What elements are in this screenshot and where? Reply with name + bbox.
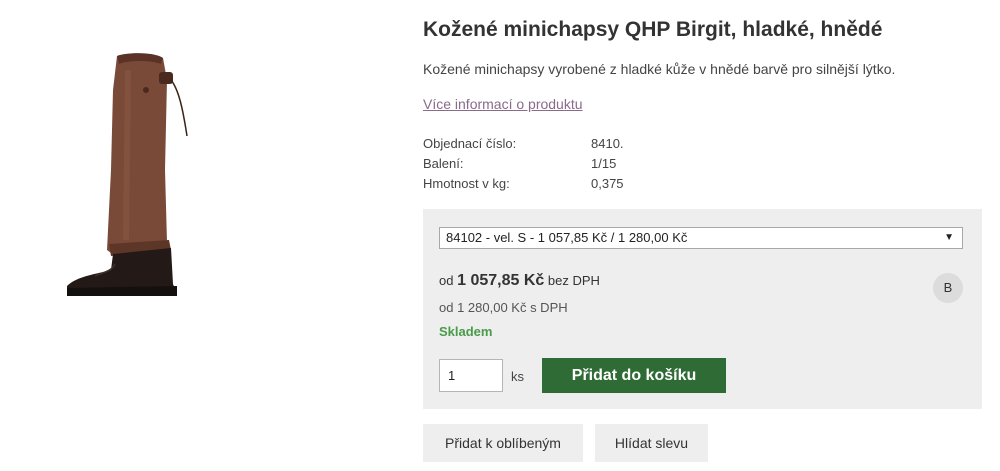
param-value: 1/15: [591, 156, 617, 171]
product-title: Kožené minichapsy QHP Birgit, hladké, hn…: [423, 18, 883, 41]
param-row-weight: Hmotnost v kg: 0,375: [423, 174, 723, 194]
price-excl-vat-suffix: bez DPH: [547, 273, 600, 288]
param-label: Hmotnost v kg:: [423, 176, 510, 191]
product-description: Kožené minichapsy vyrobené z hladké kůže…: [423, 61, 896, 77]
price-incl-vat: od 1 280,00 Kč s DPH: [439, 300, 568, 315]
chevron-down-icon: ▼: [944, 232, 954, 243]
stock-status: Skladem: [439, 324, 493, 339]
buy-box: 84102 - vel. S - 1 057,85 Kč / 1 280,00 …: [423, 209, 982, 409]
param-row-packaging: Balení: 1/15: [423, 154, 723, 174]
more-info-link[interactable]: Více informací o produktu: [423, 96, 583, 112]
variant-select-value: 84102 - vel. S - 1 057,85 Kč / 1 280,00 …: [446, 230, 688, 245]
price-group-badge: B: [933, 273, 963, 303]
param-row-order-number: Objednací číslo: 8410.: [423, 134, 723, 154]
param-label: Balení:: [423, 156, 464, 171]
product-params: Objednací číslo: 8410. Balení: 1/15 Hmot…: [423, 134, 723, 194]
add-to-cart-button[interactable]: Přidat do košíku: [542, 358, 726, 393]
param-value: 0,375: [591, 176, 624, 191]
param-value: 8410.: [591, 136, 624, 151]
variant-select[interactable]: 84102 - vel. S - 1 057,85 Kč / 1 280,00 …: [439, 227, 963, 249]
price-excl-vat-value: 1 057,85 Kč: [457, 272, 545, 289]
boot-chaps-icon: [67, 53, 188, 296]
price-excl-vat: od 1 057,85 Kč bez DPH: [439, 272, 600, 290]
param-label: Objednací číslo:: [423, 136, 517, 151]
price-prefix: od: [439, 273, 454, 288]
watch-price-button[interactable]: Hlídat slevu: [595, 424, 708, 462]
add-to-favorites-button[interactable]: Přidat k oblíbeným: [423, 424, 583, 462]
quantity-unit: ks: [511, 369, 524, 384]
product-image[interactable]: [55, 50, 195, 300]
quantity-input[interactable]: [439, 359, 503, 392]
